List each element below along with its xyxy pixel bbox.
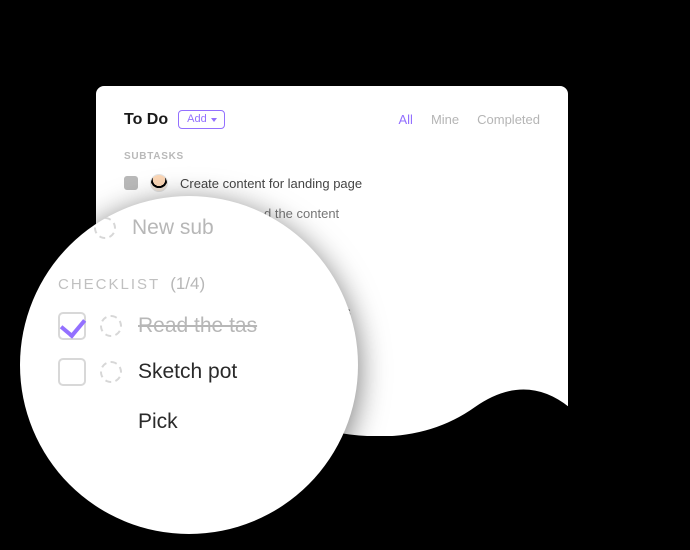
checklist-item-text: Pick xyxy=(138,410,178,434)
chevron-down-icon xyxy=(211,118,217,122)
add-button[interactable]: Add xyxy=(178,110,225,129)
checklist-item[interactable]: Read the tas xyxy=(58,312,358,340)
magnifier-lens: New sub CHECKLIST (1/4) Read the tas Ske… xyxy=(20,196,358,534)
filter-mine[interactable]: Mine xyxy=(431,112,459,127)
add-button-label: Add xyxy=(187,113,207,126)
assignee-placeholder-icon[interactable] xyxy=(94,217,116,239)
plus-icon[interactable] xyxy=(62,219,80,237)
checklist-heading: CHECKLIST (1/4) xyxy=(58,274,358,294)
checklist-item[interactable]: Pick xyxy=(58,408,358,436)
subtasks-heading: SUBTASKS xyxy=(124,151,540,162)
new-subtask-text: New sub xyxy=(132,216,214,240)
checkbox-icon[interactable] xyxy=(58,358,86,386)
new-subtask-row[interactable]: New sub xyxy=(58,216,358,240)
checklist-item[interactable]: Sketch pot xyxy=(58,358,358,386)
checkbox-icon[interactable] xyxy=(124,176,138,190)
task-row[interactable]: Create content for landing page xyxy=(124,174,540,192)
checklist-item-text: Read the tas xyxy=(138,314,257,338)
checkbox-icon[interactable] xyxy=(58,312,86,340)
avatar[interactable] xyxy=(150,174,168,192)
filter-tabs: All Mine Completed xyxy=(398,112,540,127)
assignee-placeholder-icon[interactable] xyxy=(100,361,122,383)
task-text: Create content for landing page xyxy=(180,176,362,191)
filter-completed[interactable]: Completed xyxy=(477,112,540,127)
checklist-count: (1/4) xyxy=(170,274,205,294)
card-title: To Do xyxy=(124,111,168,129)
assignee-placeholder-icon[interactable] xyxy=(100,315,122,337)
checklist-item-text: Sketch pot xyxy=(138,360,237,384)
filter-all[interactable]: All xyxy=(398,112,412,127)
checklist-label: CHECKLIST xyxy=(58,276,160,293)
